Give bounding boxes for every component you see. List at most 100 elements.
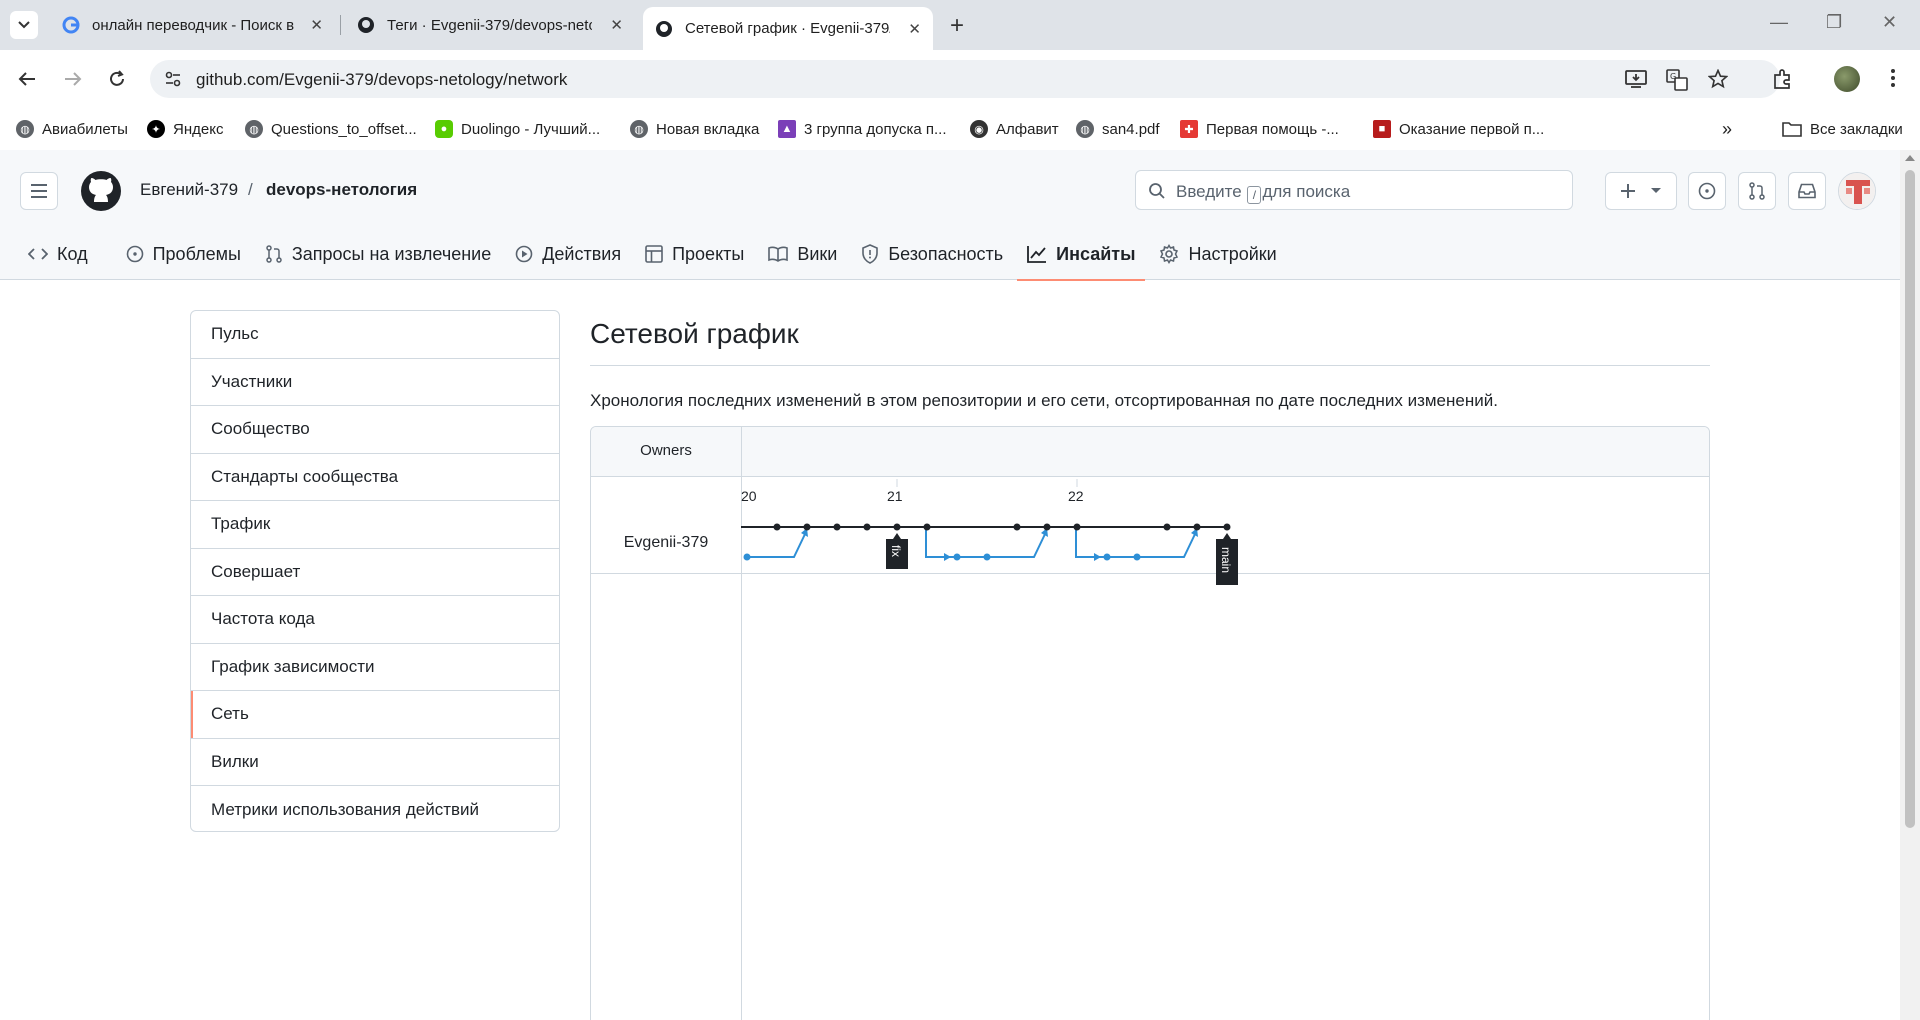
tab-title: Сетевой график · Evgenii-379/c	[685, 20, 890, 37]
inbox-button[interactable]	[1788, 172, 1826, 210]
search-shortcut-key: /	[1247, 186, 1262, 204]
browser-tab-2[interactable]: Теги · Evgenii-379/devops-neto ✕	[345, 7, 635, 43]
table-icon	[645, 245, 663, 263]
browser-toolbar: github.com/Evgenii-379/devops-netology/n…	[0, 50, 1920, 108]
tab-label: Запросы на извлечение	[291, 243, 492, 264]
bookmark-label: Первая помощь -...	[1206, 120, 1339, 138]
bookmark-item[interactable]: ◍ Questions_to_offset...	[245, 116, 417, 142]
close-window-icon[interactable]: ✕	[1882, 12, 1897, 33]
sidebar-item-traffic[interactable]: Трафик	[191, 501, 559, 549]
branch-label-text: fix	[889, 545, 903, 557]
sidebar-item-pulse[interactable]: Пульс	[191, 311, 559, 359]
browser-tab-1[interactable]: онлайн переводчик - Поиск в ✕	[50, 7, 335, 43]
search-placeholder-pre: Введите	[1176, 182, 1242, 201]
globe-icon: ◍	[630, 120, 648, 138]
scroll-up-arrow-icon[interactable]	[1905, 155, 1915, 161]
bookmark-item[interactable]: ◉ Алфавит	[970, 116, 1059, 142]
tab-insights[interactable]: Инсайты	[1017, 228, 1146, 281]
extensions-icon[interactable]	[1772, 68, 1794, 90]
breadcrumb-owner[interactable]: Евгений-379	[140, 180, 238, 200]
branch-label-text: main	[1219, 547, 1233, 573]
globe-icon: ◍	[1076, 120, 1094, 138]
tab-label: Проекты	[672, 243, 745, 264]
tab-pull-requests[interactable]: Запросы на извлечение	[255, 228, 501, 280]
bookmark-label: Questions_to_offset...	[271, 120, 417, 138]
bookmark-label: 3 группа допуска п...	[804, 120, 947, 138]
all-bookmarks-button[interactable]: Все закладки	[1782, 116, 1903, 142]
bookmark-item[interactable]: ◍ san4.pdf	[1076, 116, 1160, 142]
scrollbar-thumb[interactable]	[1905, 170, 1915, 828]
bookmark-item[interactable]: ■ Оказание первой п...	[1373, 116, 1544, 142]
restore-icon[interactable]: ❐	[1826, 12, 1842, 33]
browser-profile-avatar[interactable]	[1834, 66, 1860, 92]
yandex-icon: ✦	[147, 120, 165, 138]
search-placeholder-post: для поиска	[1262, 182, 1351, 201]
tab-separator	[340, 15, 341, 35]
sidebar-item-code-frequency[interactable]: Частота кода	[191, 596, 559, 644]
tab-code[interactable]: Код	[18, 228, 98, 280]
issues-button[interactable]	[1688, 172, 1726, 210]
bookmark-label: Новая вкладка	[656, 120, 760, 138]
site-info-icon[interactable]	[164, 70, 182, 88]
reload-button[interactable]	[104, 66, 130, 92]
new-tab-button[interactable]: +	[950, 12, 964, 40]
bookmark-star-icon[interactable]	[1708, 69, 1728, 89]
network-graph[interactable]: Owners Evgenii-379 20 21 22 fix main	[590, 426, 1710, 1020]
address-bar[interactable]: github.com/Evgenii-379/devops-netology/n…	[150, 60, 1780, 98]
minimize-icon[interactable]: —	[1770, 12, 1788, 33]
pull-requests-button[interactable]	[1738, 172, 1776, 210]
sidebar-item-forks[interactable]: Вилки	[191, 739, 559, 786]
sidebar-item-dependency-graph[interactable]: График зависимости	[191, 644, 559, 691]
github-icon	[358, 17, 374, 33]
red-cross-icon: ✚	[1180, 120, 1198, 138]
create-new-button[interactable]	[1605, 172, 1677, 210]
network-graph-canvas[interactable]: 20 21 22 fix main	[591, 427, 1710, 1020]
tab-search-button[interactable]	[10, 11, 38, 39]
sidebar-item-actions-usage-metrics[interactable]: Метрики использования действий	[191, 786, 559, 831]
tab-wiki[interactable]: Вики	[758, 228, 847, 280]
sidebar-item-contributors[interactable]: Участники	[191, 359, 559, 406]
bookmark-item[interactable]: ◍ Новая вкладка	[630, 116, 759, 142]
bookmark-item[interactable]: ● Duolingo - Лучший...	[435, 116, 600, 142]
bookmark-label: Авиабилеты	[42, 120, 128, 138]
breadcrumb-repo[interactable]: devops-нетология	[266, 180, 417, 200]
sidebar-item-network[interactable]: Сеть	[191, 691, 559, 739]
close-tab-icon[interactable]: ✕	[310, 16, 323, 34]
more-bookmarks-chevron-icon[interactable]: »	[1722, 116, 1732, 142]
tab-security[interactable]: Безопасность	[851, 228, 1013, 280]
branch-label-main[interactable]: main	[1216, 533, 1238, 585]
user-avatar[interactable]	[1838, 172, 1876, 210]
tab-projects[interactable]: Проекты	[635, 228, 754, 280]
globe-icon: ◍	[245, 120, 263, 138]
globe-icon: ◍	[16, 120, 34, 138]
back-button[interactable]	[14, 66, 40, 92]
close-tab-icon[interactable]: ✕	[908, 20, 921, 38]
browser-tab-3-active[interactable]: Сетевой график · Evgenii-379/c ✕	[643, 7, 933, 50]
sidebar-item-community[interactable]: Сообщество	[191, 406, 559, 454]
browser-menu-icon[interactable]	[1890, 68, 1896, 88]
date-label: 20	[741, 488, 757, 504]
bookmark-item[interactable]: ◍ Авиабилеты	[16, 116, 128, 142]
hamburger-menu-icon[interactable]	[20, 172, 58, 210]
github-header: Евгений-379 / devops-нетология Введите /…	[0, 150, 1900, 281]
tab-actions[interactable]: Действия	[505, 228, 631, 280]
search-input[interactable]: Введите / для поиска	[1135, 170, 1573, 210]
page-description: Хронология последних изменений в этом ре…	[590, 391, 1498, 410]
install-app-icon[interactable]	[1625, 69, 1647, 89]
repo-navigation: Код Проблемы Запросы на извлечение Дейст…	[0, 228, 1287, 281]
google-icon	[62, 16, 80, 34]
github-logo-icon[interactable]	[80, 170, 122, 212]
tab-issues[interactable]: Проблемы	[116, 228, 251, 280]
forward-button[interactable]	[60, 66, 86, 92]
sidebar-item-community-standards[interactable]: Стандарты сообщества	[191, 454, 559, 501]
page-scrollbar[interactable]	[1900, 150, 1920, 1020]
tab-settings[interactable]: Настройки	[1149, 228, 1286, 280]
branch-label-fix[interactable]: fix	[886, 533, 908, 569]
bookmark-item[interactable]: ✚ Первая помощь -...	[1180, 116, 1339, 142]
translate-icon[interactable]: G	[1666, 69, 1688, 91]
sidebar-item-commits[interactable]: Совершает	[191, 549, 559, 596]
close-tab-icon[interactable]: ✕	[610, 16, 623, 34]
bookmark-item[interactable]: ▲ 3 группа допуска п...	[778, 116, 947, 142]
date-label: 21	[887, 488, 903, 504]
bookmark-item[interactable]: ✦ Яндекс	[147, 116, 223, 142]
